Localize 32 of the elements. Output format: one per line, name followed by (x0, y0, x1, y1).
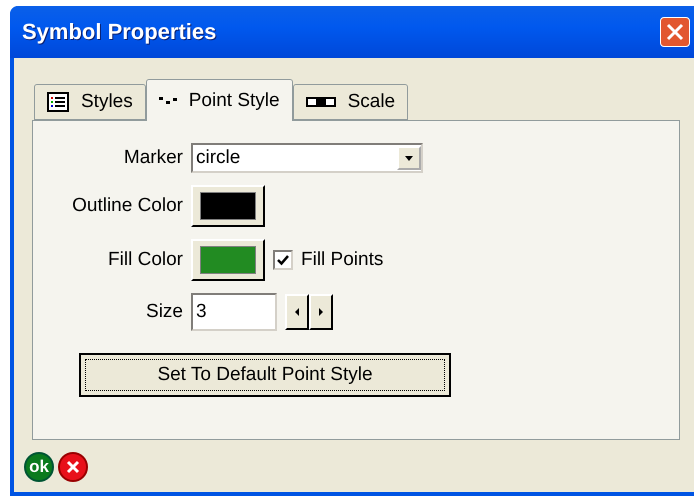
size-field[interactable]: 3 (191, 293, 277, 331)
right-arrow-icon (317, 308, 325, 316)
tab[interactable]: Scale (292, 84, 408, 120)
fill-color-button[interactable] (191, 239, 265, 281)
outline-color-label: Outline Color (72, 195, 183, 217)
set-default-button[interactable]: Set To Default Point Style (79, 353, 451, 397)
close-icon (666, 23, 684, 41)
left-arrow-icon (293, 308, 301, 316)
tab[interactable]: Point Style (146, 79, 293, 121)
marker-dropdown[interactable]: circle (191, 143, 423, 173)
close-button[interactable] (660, 17, 690, 47)
increase-button[interactable] (309, 294, 333, 330)
field-value: 3 (196, 301, 207, 323)
list-icon (47, 92, 69, 112)
size-label: Size (146, 301, 183, 323)
outline-color-button[interactable] (191, 185, 265, 227)
fill-points-checkbox[interactable] (273, 250, 293, 270)
dropdown-value: circle (196, 147, 240, 169)
fill-points-label: Fill Points (301, 249, 384, 271)
checkmark-icon (277, 254, 289, 266)
scale-bar-icon (306, 97, 336, 107)
marker-label: Marker (124, 147, 183, 169)
tab[interactable]: Styles (34, 84, 146, 120)
dots-icon (158, 96, 177, 106)
cancel-button[interactable] (58, 452, 88, 482)
decrease-button[interactable] (285, 294, 309, 330)
ok-button[interactable]: ok (24, 452, 54, 482)
fill-color-label: Fill Color (108, 249, 183, 271)
window-title: Symbol Properties (22, 19, 216, 45)
caret-icon (405, 154, 413, 162)
cross-icon (66, 460, 80, 474)
dropdown-button[interactable] (397, 146, 421, 170)
